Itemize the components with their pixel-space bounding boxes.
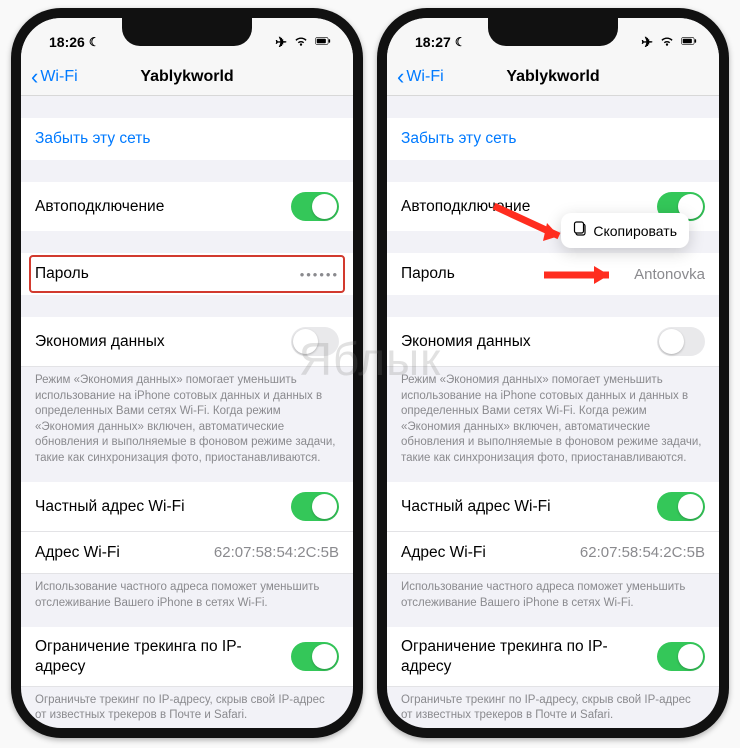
lowdata-label: Экономия данных — [35, 333, 165, 351]
nav-bar: ‹ Wi-Fi Yablykworld — [21, 58, 353, 96]
back-label: Wi-Fi — [406, 68, 443, 86]
dnd-moon-icon: ☾ — [89, 35, 100, 49]
private-address-label: Частный адрес Wi-Fi — [35, 498, 185, 516]
copy-label: Скопировать — [593, 223, 677, 239]
wifi-address-row[interactable]: Адрес Wi-Fi 62:07:58:54:2C:5B — [21, 532, 353, 574]
limit-tracking-row: Ограничение трекинга по IP-адресу — [387, 627, 719, 687]
lowdata-row: Экономия данных — [387, 317, 719, 367]
lowdata-toggle[interactable] — [657, 327, 705, 356]
private-address-label: Частный адрес Wi-Fi — [401, 498, 551, 516]
limit-tracking-toggle[interactable] — [657, 642, 705, 671]
airplane-icon: ✈ — [641, 34, 653, 51]
private-address-description: Использование частного адреса поможет ум… — [21, 574, 353, 617]
wifi-address-value: 62:07:58:54:2C:5B — [580, 544, 705, 561]
lowdata-label: Экономия данных — [401, 333, 531, 351]
private-address-toggle[interactable] — [657, 492, 705, 521]
notch — [122, 18, 252, 46]
password-label: Пароль — [401, 265, 455, 283]
password-value: •••••• — [300, 267, 339, 282]
nav-bar: ‹ Wi-Fi Yablykworld — [387, 58, 719, 96]
lowdata-description: Режим «Экономия данных» помогает уменьши… — [387, 367, 719, 472]
limit-tracking-label: Ограничение трекинга по IP-адресу — [35, 637, 245, 676]
page-title: Yablykworld — [140, 68, 233, 86]
airplane-icon: ✈ — [275, 34, 287, 51]
lowdata-description: Режим «Экономия данных» помогает уменьши… — [21, 367, 353, 472]
autojoin-toggle[interactable] — [291, 192, 339, 221]
wifi-address-label: Адрес Wi-Fi — [401, 544, 486, 562]
wifi-address-row[interactable]: Адрес Wi-Fi 62:07:58:54:2C:5B — [387, 532, 719, 574]
wifi-icon — [659, 34, 675, 51]
lowdata-toggle[interactable] — [291, 327, 339, 356]
battery-icon — [315, 34, 331, 51]
wifi-icon — [293, 34, 309, 51]
password-value: Antonovka — [634, 266, 705, 283]
limit-tracking-row: Ограничение трекинга по IP-адресу — [21, 627, 353, 687]
autojoin-label: Автоподключение — [35, 198, 164, 216]
forget-network-label: Забыть эту сеть — [35, 130, 150, 148]
autojoin-row: Автоподключение — [21, 182, 353, 231]
back-button[interactable]: ‹ Wi-Fi — [397, 66, 444, 88]
phone-left: 18:26 ☾ ✈ ‹ Wi-Fi Yabl — [11, 8, 363, 738]
forget-network-row[interactable]: Забыть эту сеть — [21, 118, 353, 160]
private-address-toggle[interactable] — [291, 492, 339, 521]
limit-tracking-description: Ограничьте трекинг по IP-адресу, скрыв с… — [387, 687, 719, 728]
limit-tracking-description: Ограничьте трекинг по IP-адресу, скрыв с… — [21, 687, 353, 728]
chevron-left-icon: ‹ — [31, 66, 38, 88]
limit-tracking-label: Ограничение трекинга по IP-адресу — [401, 637, 611, 676]
battery-icon — [681, 34, 697, 51]
password-label: Пароль — [35, 265, 89, 283]
status-time: 18:26 — [49, 34, 85, 50]
annotation-arrow-icon — [539, 263, 629, 292]
copy-popover[interactable]: Скопировать — [561, 213, 689, 248]
limit-tracking-toggle[interactable] — [291, 642, 339, 671]
page-title: Yablykworld — [506, 68, 599, 86]
chevron-left-icon: ‹ — [397, 66, 404, 88]
private-address-row: Частный адрес Wi-Fi — [387, 482, 719, 532]
back-button[interactable]: ‹ Wi-Fi — [31, 66, 78, 88]
lowdata-row: Экономия данных — [21, 317, 353, 367]
private-address-description: Использование частного адреса поможет ум… — [387, 574, 719, 617]
password-row[interactable]: Пароль Antonovka Скопировать — [387, 253, 719, 295]
forget-network-row[interactable]: Забыть эту сеть — [387, 118, 719, 160]
phone-right: 18:27 ☾ ✈ ‹ Wi-Fi Yabl — [377, 8, 729, 738]
status-time: 18:27 — [415, 34, 451, 50]
password-row[interactable]: Пароль •••••• — [21, 253, 353, 295]
private-address-row: Частный адрес Wi-Fi — [21, 482, 353, 532]
notch — [488, 18, 618, 46]
forget-network-label: Забыть эту сеть — [401, 130, 516, 148]
annotation-arrow-icon — [489, 201, 579, 250]
back-label: Wi-Fi — [40, 68, 77, 86]
wifi-address-label: Адрес Wi-Fi — [35, 544, 120, 562]
dnd-moon-icon: ☾ — [455, 35, 466, 49]
wifi-address-value: 62:07:58:54:2C:5B — [214, 544, 339, 561]
